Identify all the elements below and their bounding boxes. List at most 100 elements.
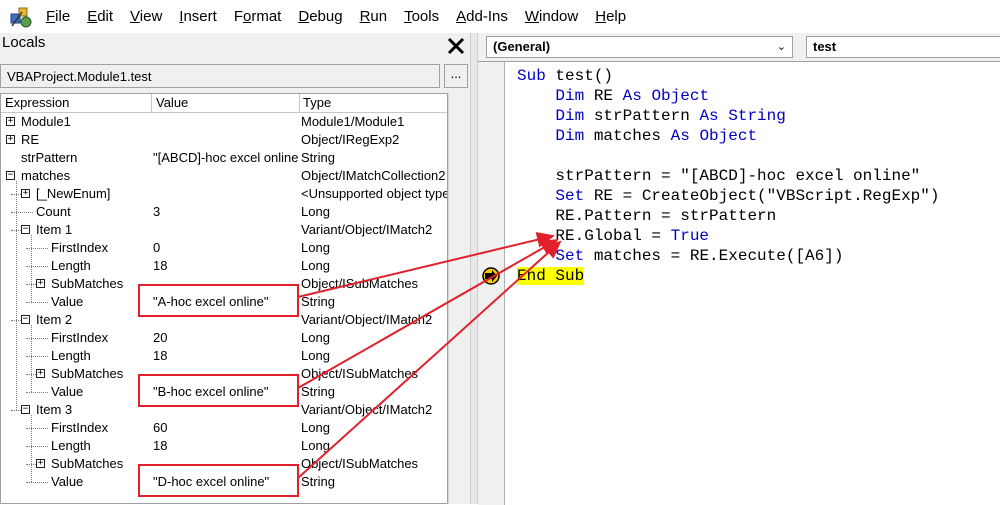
locals-row[interactable]: + RE Object/IRegExp2 xyxy=(1,131,447,149)
tree-line xyxy=(31,235,32,302)
margin-indicator-bar[interactable] xyxy=(478,62,505,505)
menu-run[interactable]: Run xyxy=(352,0,397,33)
expression-cell: Item 2 xyxy=(36,312,73,327)
type-cell: Module1/Module1 xyxy=(301,114,405,129)
locals-row[interactable]: FirstIndex 0 Long xyxy=(1,239,447,257)
close-locals-button[interactable] xyxy=(442,33,470,59)
locals-row[interactable]: + Module1 Module1/Module1 xyxy=(1,113,447,131)
value-cell[interactable]: 3 xyxy=(153,203,299,221)
code-line[interactable]: End Sub xyxy=(517,266,585,286)
expression-cell: SubMatches xyxy=(51,456,124,471)
code-line[interactable]: Sub test() xyxy=(517,66,613,86)
vba-project-icon[interactable] xyxy=(8,4,34,30)
code-keyword: Object xyxy=(651,87,710,105)
code-line[interactable]: Dim RE As Object xyxy=(517,86,709,106)
code-keyword: Object xyxy=(699,127,758,145)
object-combo-value: (General) xyxy=(493,39,551,54)
locals-row[interactable]: FirstIndex 60 Long xyxy=(1,419,447,437)
expression-cell: [_NewEnum] xyxy=(36,186,111,201)
header-value[interactable]: Value xyxy=(156,95,188,110)
code-text: matches = RE.Execute([A6]) xyxy=(584,247,844,265)
locals-row[interactable]: Length 18 Long xyxy=(1,347,447,365)
code-line[interactable]: strPattern = "[ABCD]-hoc excel online" xyxy=(517,166,920,186)
tree-line xyxy=(31,415,32,482)
type-cell: String xyxy=(301,150,335,165)
header-expression[interactable]: Expression xyxy=(5,95,69,110)
locals-scrollbar[interactable] xyxy=(448,93,470,504)
expression-cell: Length xyxy=(51,258,91,273)
code-keyword: Dim xyxy=(555,127,585,145)
type-cell: Variant/Object/IMatch2 xyxy=(301,312,433,327)
menu-edit[interactable]: Edit xyxy=(79,0,122,33)
tree-line xyxy=(16,181,17,410)
type-cell: Variant/Object/IMatch2 xyxy=(301,402,433,417)
locals-row[interactable]: FirstIndex 20 Long xyxy=(1,329,447,347)
code-editor[interactable]: Sub test() Dim RE As Object Dim strPatte… xyxy=(478,61,1000,505)
type-cell: Long xyxy=(301,330,330,345)
locals-row[interactable]: Length 18 Long xyxy=(1,257,447,275)
menu-insert[interactable]: Insert xyxy=(171,0,226,33)
type-cell: Variant/Object/IMatch2 xyxy=(301,222,433,237)
type-cell: Object/IMatchCollection2 xyxy=(301,168,446,183)
type-cell: Long xyxy=(301,438,330,453)
execution-point-arrow-icon xyxy=(482,267,500,285)
locals-window: Locals VBAProject.Module1.test ... Expre… xyxy=(0,33,470,504)
object-combo[interactable]: (General) ⌄ xyxy=(486,36,793,58)
close-icon xyxy=(447,37,465,55)
locals-row[interactable]: strPattern "[ABCD]-hoc excel online" Strin… xyxy=(1,149,447,167)
code-keyword: True xyxy=(670,227,710,245)
expression-cell: matches xyxy=(21,168,71,183)
code-header: (General) ⌄ test xyxy=(478,33,1000,61)
menu-help[interactable]: Help xyxy=(587,0,635,33)
expression-cell: FirstIndex xyxy=(51,330,109,345)
code-keyword: String xyxy=(728,107,786,125)
menu-tools[interactable]: Tools xyxy=(396,0,448,33)
type-cell: String xyxy=(301,384,335,399)
type-cell: Object/IRegExp2 xyxy=(301,132,400,147)
type-cell: String xyxy=(301,294,335,309)
value-cell[interactable]: 18 xyxy=(153,437,299,455)
code-line[interactable]: Dim strPattern As String xyxy=(517,106,786,126)
type-cell: Object/ISubMatches xyxy=(301,456,419,471)
type-cell: <Unsupported object type> xyxy=(301,186,447,201)
value-cell[interactable]: 20 xyxy=(153,329,299,347)
call-stack-context: VBAProject.Module1.test xyxy=(0,64,440,88)
pane-splitter[interactable] xyxy=(470,33,478,504)
menu-format[interactable]: Format xyxy=(226,0,291,33)
code-line[interactable]: RE.Pattern = strPattern xyxy=(517,206,776,226)
locals-row[interactable]: Count 3 Long xyxy=(1,203,447,221)
code-line[interactable]: Dim matches As Object xyxy=(517,126,757,146)
expression-cell: Item 1 xyxy=(36,222,73,237)
menu-debug[interactable]: Debug xyxy=(290,0,351,33)
procedure-combo-value: test xyxy=(813,39,837,54)
code-text: strPattern = "[ABCD]-hoc excel online" xyxy=(517,167,921,185)
locals-row[interactable]: − matches Object/IMatchCollection2 xyxy=(1,167,447,185)
locals-row[interactable]: Length 18 Long xyxy=(1,437,447,455)
menu-add-ins[interactable]: Add-Ins xyxy=(448,0,517,33)
value-cell[interactable]: 18 xyxy=(153,347,299,365)
value-cell[interactable]: 18 xyxy=(153,257,299,275)
code-keyword: As xyxy=(622,87,642,105)
menu-file[interactable]: File xyxy=(38,0,79,33)
code-line[interactable]: Set RE = CreateObject("VBScript.RegExp") xyxy=(517,186,939,206)
locals-row[interactable]: + [_NewEnum] <Unsupported object type> xyxy=(1,185,447,203)
locals-row[interactable]: − Item 1 Variant/Object/IMatch2 xyxy=(1,221,447,239)
grid-header: Expression Value Type xyxy=(1,94,447,113)
procedure-combo[interactable]: test xyxy=(806,36,1000,58)
menu-view[interactable]: View xyxy=(122,0,171,33)
call-stack-button[interactable]: ... xyxy=(444,64,468,88)
type-cell: Long xyxy=(301,258,330,273)
code-line[interactable]: Set matches = RE.Execute([A6]) xyxy=(517,246,843,266)
menu-window[interactable]: Window xyxy=(517,0,587,33)
value-cell[interactable]: 60 xyxy=(153,419,299,437)
value-cell[interactable]: 0 xyxy=(153,239,299,257)
value-cell[interactable]: "[ABCD]-hoc excel online" xyxy=(153,149,299,167)
code-line[interactable]: RE.Global = True xyxy=(517,226,709,246)
header-type[interactable]: Type xyxy=(303,95,331,110)
code-keyword: As xyxy=(699,107,719,125)
expression-cell: Value xyxy=(51,294,84,309)
